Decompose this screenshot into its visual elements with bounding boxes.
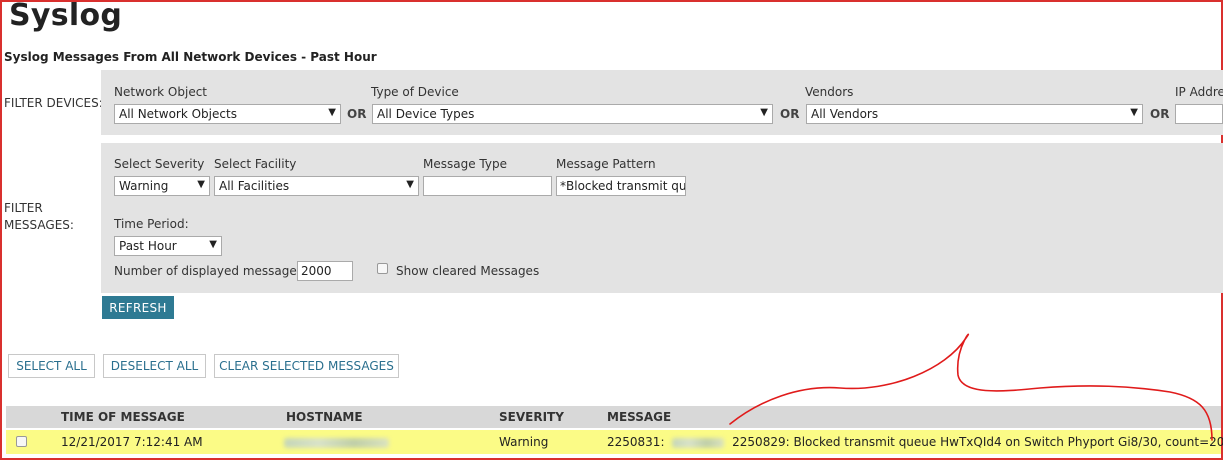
row-select-checkbox[interactable] — [16, 436, 27, 447]
chevron-down-icon: ▼ — [197, 179, 205, 190]
select-all-button[interactable]: SELECT ALL — [8, 354, 95, 378]
page-subtitle: Syslog Messages From All Network Devices… — [4, 50, 377, 64]
filter-devices-label: FILTER DEVICES: — [4, 96, 103, 110]
show-cleared-label: Show cleared Messages — [396, 264, 540, 278]
severity-label: Select Severity — [114, 157, 205, 171]
row-message-suffix: 2250829: Blocked transmit queue HwTxQId4… — [732, 435, 1223, 449]
column-header-message[interactable]: MESSAGE — [607, 410, 671, 424]
ip-address-input[interactable] — [1175, 104, 1223, 124]
network-object-value: All Network Objects — [119, 107, 237, 121]
chevron-down-icon: ▼ — [328, 107, 336, 118]
column-header-time[interactable]: TIME OF MESSAGE — [61, 410, 185, 424]
chevron-down-icon: ▼ — [406, 179, 414, 190]
num-messages-label: Number of displayed messages: — [114, 264, 308, 278]
row-hostname — [284, 435, 389, 449]
filter-messages-label-line1: FILTER — [4, 201, 43, 215]
chevron-down-icon: ▼ — [1130, 107, 1138, 118]
vendors-label: Vendors — [805, 85, 854, 99]
facility-select[interactable]: All Facilities ▼ — [214, 176, 419, 196]
clear-selected-messages-button[interactable]: CLEAR SELECTED MESSAGES — [214, 354, 399, 378]
row-time: 12/21/2017 7:12:41 AM — [61, 435, 203, 449]
time-period-value: Past Hour — [119, 239, 177, 253]
deselect-all-button[interactable]: DESELECT ALL — [103, 354, 206, 378]
type-of-device-label: Type of Device — [371, 85, 459, 99]
severity-value: Warning — [119, 179, 169, 193]
row-message: 2250831: 2250829: Blocked transmit queue… — [607, 435, 1223, 449]
facility-label: Select Facility — [214, 157, 297, 171]
or-label: OR — [1150, 107, 1170, 121]
column-header-hostname[interactable]: HOSTNAME — [286, 410, 363, 424]
show-cleared-checkbox[interactable] — [377, 263, 388, 274]
page-title: Syslog — [9, 0, 123, 33]
message-type-label: Message Type — [423, 157, 507, 171]
chevron-down-icon: ▼ — [760, 107, 768, 118]
or-label: OR — [780, 107, 800, 121]
filter-messages-label-line2: MESSAGES: — [4, 218, 74, 232]
time-period-select[interactable]: Past Hour ▼ — [114, 236, 222, 256]
chevron-down-icon: ▼ — [209, 239, 217, 250]
refresh-button[interactable]: REFRESH — [102, 296, 174, 319]
vendors-select[interactable]: All Vendors ▼ — [806, 104, 1143, 124]
time-period-label: Time Period: — [114, 217, 189, 231]
facility-value: All Facilities — [219, 179, 290, 193]
num-messages-input[interactable]: 2000 — [297, 261, 353, 281]
type-of-device-select[interactable]: All Device Types ▼ — [372, 104, 773, 124]
filter-messages-panel: Select Severity Warning ▼ Select Facilit… — [101, 143, 1223, 293]
redacted-hostname — [284, 437, 389, 448]
filter-devices-panel: Network Object All Network Objects ▼ OR … — [101, 70, 1223, 135]
vendors-value: All Vendors — [811, 107, 879, 121]
table-row[interactable]: 12/21/2017 7:12:41 AM Warning 2250831: 2… — [6, 430, 1223, 454]
or-label: OR — [347, 107, 367, 121]
network-object-label: Network Object — [114, 85, 207, 99]
severity-select[interactable]: Warning ▼ — [114, 176, 210, 196]
row-severity: Warning — [499, 435, 549, 449]
type-of-device-value: All Device Types — [377, 107, 475, 121]
column-header-severity[interactable]: SEVERITY — [499, 410, 564, 424]
row-message-prefix: 2250831: — [607, 435, 665, 449]
message-pattern-input[interactable]: *Blocked transmit queu — [556, 176, 686, 196]
table-header: TIME OF MESSAGE HOSTNAME SEVERITY MESSAG… — [6, 406, 1221, 428]
network-object-select[interactable]: All Network Objects ▼ — [114, 104, 341, 124]
message-type-input[interactable] — [423, 176, 552, 196]
ip-address-label: IP Addre — [1175, 85, 1223, 99]
redacted-message-part — [672, 437, 725, 448]
message-pattern-label: Message Pattern — [556, 157, 656, 171]
